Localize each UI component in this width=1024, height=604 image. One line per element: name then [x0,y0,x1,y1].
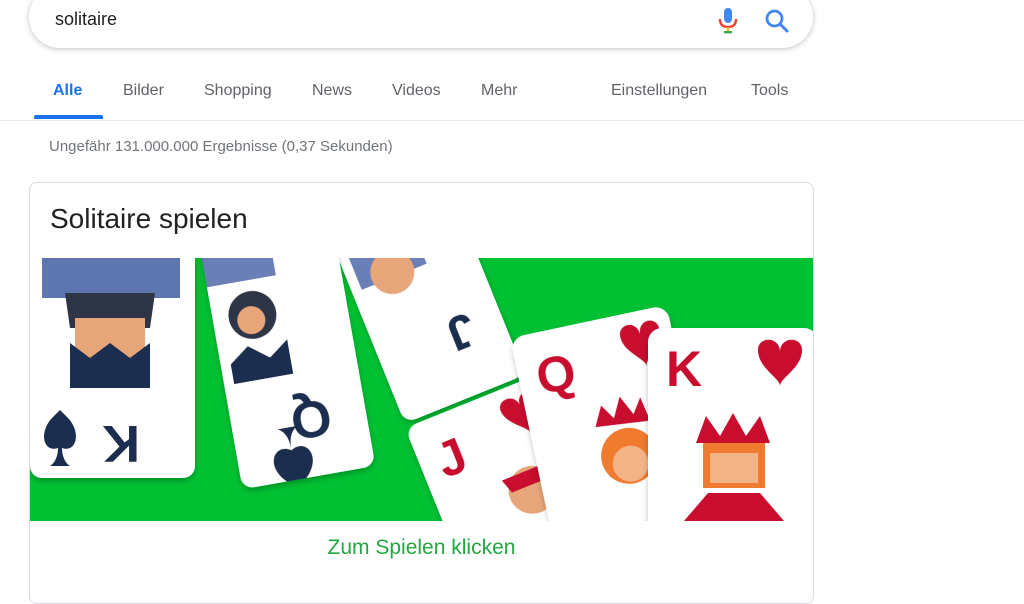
solitaire-card: Solitaire spielen J Q K J Q K Zum Spiele… [29,182,814,604]
card-king-of-hearts: K [648,328,813,521]
settings-link[interactable]: Einstellungen [611,82,707,100]
tab-shopping[interactable]: Shopping [204,82,272,100]
tab-bar: Alle Bilder Shopping News Videos Mehr Ei… [0,70,1024,121]
card-queen-of-spades: Q [200,258,374,488]
tab-news[interactable]: News [312,82,352,100]
tab-all[interactable]: Alle [53,82,82,100]
microphone-icon[interactable] [715,6,741,36]
card-rank-k-spades: K [102,414,140,472]
active-tab-indicator [34,115,103,119]
search-box[interactable]: solitaire [29,0,813,48]
search-icon[interactable] [764,8,790,34]
result-stats: Ungefähr 131.000.000 Ergebnisse (0,37 Se… [49,138,393,155]
card-rank-k-hearts: K [666,341,702,397]
tools-link[interactable]: Tools [751,82,788,100]
playing-cards-artwork[interactable]: J Q K J Q K [30,258,813,521]
card-king-of-spades: K [30,258,195,478]
card-title: Solitaire spielen [50,203,248,234]
tab-images[interactable]: Bilder [123,82,164,100]
tab-more[interactable]: Mehr [481,82,517,100]
search-input[interactable]: solitaire [55,9,117,30]
play-button[interactable]: Zum Spielen klicken [30,536,813,560]
tab-videos[interactable]: Videos [392,82,441,100]
solitaire-game-illustration[interactable]: J Q K J Q K [30,258,813,521]
